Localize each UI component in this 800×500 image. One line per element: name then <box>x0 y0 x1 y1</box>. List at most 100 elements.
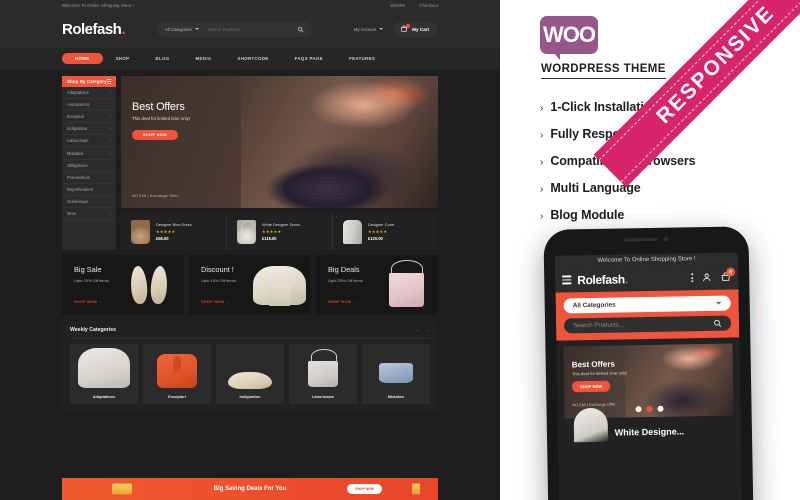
sidebar-item-adaptations[interactable]: Adaptations › <box>62 87 116 100</box>
feature-label: Blog Module <box>550 208 625 222</box>
promo-artwork-handbag <box>375 255 438 315</box>
carousel-dot[interactable] <box>656 405 664 412</box>
coins-icon <box>112 483 132 495</box>
hamburger-icon[interactable] <box>562 275 572 285</box>
product-name: Designer Coart <box>368 222 395 227</box>
chevron-right-icon: › <box>540 211 544 222</box>
user-icon[interactable] <box>701 272 712 283</box>
promo-banner-big-deals[interactable]: Big Deals Upto 25% Off Items SHOP NOW → <box>316 255 438 315</box>
carousel-dots[interactable] <box>634 405 664 413</box>
chevron-right-icon: › <box>540 157 544 168</box>
promo-artwork-shoes <box>121 255 184 315</box>
carousel-next-arrow[interactable]: → <box>425 327 430 333</box>
nav-item-blog[interactable]: BLOG <box>142 56 182 61</box>
featured-products-strip: Designer Blue Dress ★★★★★ £56.00 White D… <box>121 213 438 250</box>
chevron-down-icon <box>715 301 722 305</box>
chevron-right-icon: › <box>109 114 111 120</box>
responsive-ribbon: RESPONSIVE <box>593 0 800 188</box>
product-card[interactable]: Designer Coart ★★★★★ £120.00 <box>333 213 438 250</box>
nav-item-features[interactable]: FEATURES <box>336 56 388 61</box>
phone-cart-icon[interactable]: 0 <box>720 267 736 283</box>
category-select-label: All Categories <box>165 26 192 32</box>
product-thumb <box>237 219 256 244</box>
phone-cart-badge: 0 <box>726 267 736 277</box>
sidebar-item-obligations[interactable]: Obligations <box>62 160 116 172</box>
phone-logo[interactable]: Rolefash. <box>577 272 628 287</box>
product-name: White Designer Dress <box>262 222 300 227</box>
nav-item-shortcode[interactable]: SHORTCODE <box>224 56 281 61</box>
rating-stars: ★★★★★ <box>156 229 176 234</box>
sidebar-item-indignation[interactable]: Indignation › <box>62 123 116 136</box>
product-card[interactable]: Designer Blue Dress ★★★★★ £56.00 <box>121 213 227 250</box>
wishlist-link[interactable]: Wishlist <box>390 3 405 8</box>
category-select[interactable]: All Categories <box>165 27 199 32</box>
phone-search-placeholder: Search Products... <box>573 321 625 330</box>
category-sidebar: Shop By Category Adaptations › Annoyances… <box>62 76 116 250</box>
sidebar-item-annoyances[interactable]: Annoyances <box>62 99 116 112</box>
promo-cta[interactable]: SHOP NOW → <box>201 300 230 304</box>
more-options-icon[interactable] <box>691 273 694 283</box>
speaker-grill <box>623 237 658 242</box>
saving-deals-strip[interactable]: Big Saving Deals For You SHOP NOW <box>62 478 438 500</box>
search-icon[interactable] <box>713 319 722 328</box>
sidebar-item-label: Scelerisque <box>67 198 89 204</box>
weekly-category-card[interactable]: Adaptations <box>70 343 138 404</box>
promo-banner-big-sale[interactable]: Big Sale Upto 20% Off Items SHOP NOW → <box>62 255 184 315</box>
nav-item-shop[interactable]: SHOP <box>103 56 143 61</box>
product-card[interactable]: White Designer Dress ★★★★★ £115.00 <box>227 213 333 250</box>
chevron-right-icon: › <box>109 138 111 144</box>
account-menu[interactable]: My Account <box>353 26 384 32</box>
phone-logo-text: Rolefash <box>577 271 625 287</box>
hero-note: NO EMI | Exchange Offer <box>132 194 179 198</box>
hero-banner[interactable]: Best Offers This deal for limited time o… <box>121 76 438 208</box>
theme-label: WORDPRESS THEME <box>541 63 666 79</box>
phone-search-input[interactable]: Search Products... <box>563 315 732 334</box>
search-bar[interactable]: All Categories Search Products... <box>157 21 313 37</box>
saving-deals-button[interactable]: SHOP NOW <box>347 484 382 494</box>
site-header: Rolefash. All Categories Search Products… <box>0 11 500 47</box>
promo-cta[interactable]: SHOP NOW → <box>74 300 103 304</box>
hamburger-icon[interactable] <box>107 79 111 84</box>
nav-item-faqs-page[interactable]: FAQS PAGE <box>282 56 336 61</box>
site-logo[interactable]: Rolefash. <box>62 21 125 38</box>
gift-icon <box>412 483 420 495</box>
weekly-category-card[interactable]: Mistakes <box>362 343 430 404</box>
checkout-link[interactable]: Checkout <box>420 3 439 8</box>
promo-cta[interactable]: SHOP NOW → <box>328 300 357 304</box>
logo-dot: . <box>121 20 126 38</box>
chevron-down-icon <box>379 28 384 30</box>
sidebar-item-laboriosam[interactable]: Laboriosam › <box>62 135 116 148</box>
nav-item-home[interactable]: HOME <box>62 52 103 64</box>
sidebar-item-mistakes[interactable]: Mistakes › <box>62 147 116 160</box>
phone-slide-note: NO EMI | Exchange Offer <box>572 402 616 408</box>
search-input[interactable]: Search Products... <box>208 27 297 32</box>
phone-category-select[interactable]: All Categories <box>563 295 731 314</box>
hero-shop-now-button[interactable]: SHOP NOW <box>132 130 179 140</box>
promo-banner-discount[interactable]: Discount ! Upto 15% Off Items SHOP NOW → <box>189 255 311 315</box>
weekly-category-card[interactable]: Laboriosam <box>289 343 357 404</box>
carousel-dot-active[interactable] <box>645 405 653 413</box>
account-label: My Account <box>353 26 377 32</box>
feature-item-blog-module: › Blog Module <box>540 208 696 222</box>
sidebar-item-label: Annoyances <box>67 102 90 108</box>
responsive-ribbon-label: RESPONSIVE <box>652 1 780 129</box>
rating-stars: ★★★★★ <box>368 229 388 234</box>
weekly-category-label: Excepturi <box>168 393 186 399</box>
cart-button[interactable]: My Cart <box>393 21 438 37</box>
sidebar-item-excepturi[interactable]: Excepturi › <box>62 111 116 124</box>
sidebar-title[interactable]: Shop By Category <box>62 76 116 87</box>
sidebar-item-scelerisque[interactable]: Scelerisque <box>62 196 116 208</box>
category-artwork <box>224 348 276 390</box>
nav-item-media[interactable]: MEDIA <box>183 56 225 61</box>
carousel-dot[interactable] <box>634 406 642 413</box>
rating-stars: ★★★★★ <box>262 229 282 234</box>
phone-slide-cta[interactable]: SHOP NOW <box>572 380 611 393</box>
sidebar-item-label: Laboriosam <box>67 138 89 144</box>
weekly-category-card[interactable]: Indignation <box>216 343 284 404</box>
carousel-prev-arrow[interactable]: ← <box>415 327 420 333</box>
sidebar-item-reprehenderit[interactable]: Reprehenderit <box>62 184 116 196</box>
sidebar-item-praesentium[interactable]: Praesentium <box>62 172 116 184</box>
sidebar-item-more[interactable]: More › <box>62 208 116 221</box>
weekly-category-card[interactable]: Excepturi <box>143 343 211 404</box>
search-icon[interactable] <box>297 26 304 33</box>
